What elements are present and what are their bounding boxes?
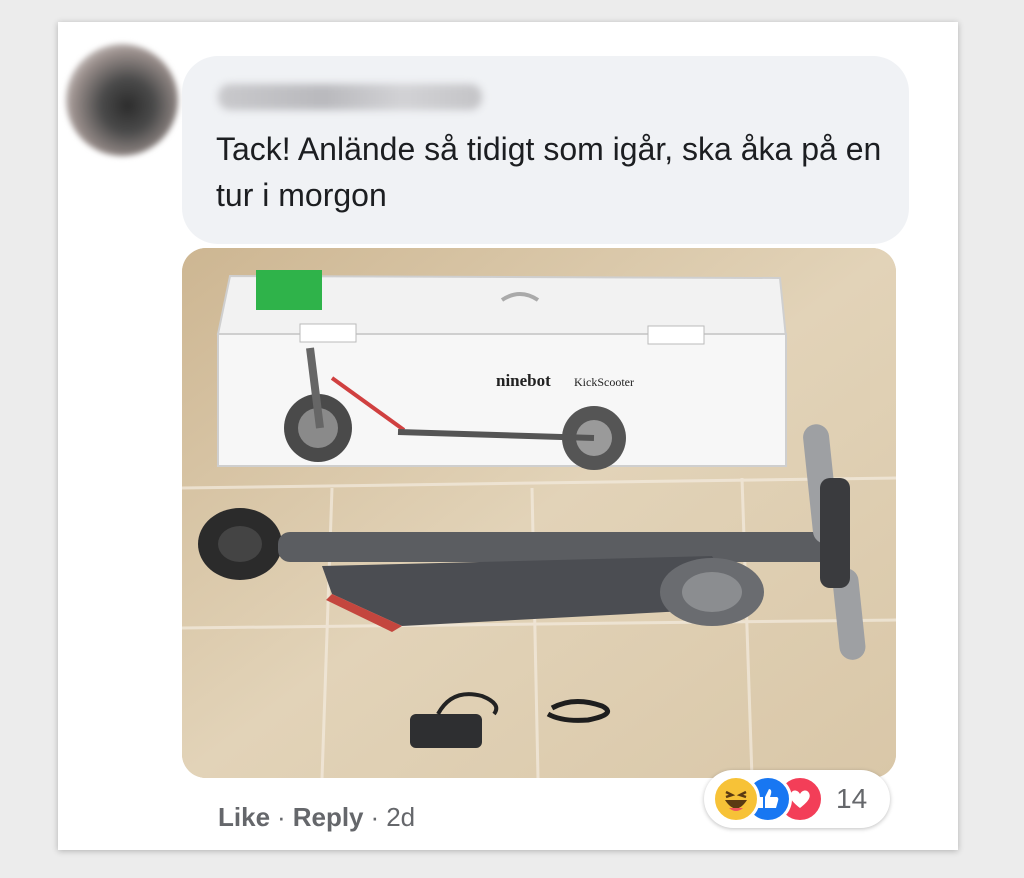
avatar[interactable] <box>66 44 178 156</box>
comment-timestamp[interactable]: 2d <box>386 802 415 833</box>
scooter-box: ninebot KickScooter <box>216 270 788 470</box>
box-brand-text: ninebot <box>496 371 551 390</box>
box-product-text: KickScooter <box>574 375 634 389</box>
separator: · <box>370 802 380 832</box>
comment-bubble: Tack! Anlände så tidigt som igår, ska åk… <box>182 56 909 244</box>
comment-actions: Like · Reply · 2d <box>218 802 415 833</box>
scooter-photo: ninebot KickScooter <box>182 248 896 778</box>
comment-photo[interactable]: ninebot KickScooter <box>182 248 896 778</box>
reaction-count: 14 <box>836 783 868 814</box>
haha-reaction-icon <box>712 775 760 823</box>
author-name-blurred[interactable] <box>218 84 482 110</box>
comment-text: Tack! Anlände så tidigt som igår, ska åk… <box>216 131 882 213</box>
reply-button[interactable]: Reply <box>293 802 364 833</box>
reactions-summary[interactable]: 14 <box>704 770 890 828</box>
separator: · <box>277 802 286 832</box>
like-button[interactable]: Like <box>218 802 270 833</box>
